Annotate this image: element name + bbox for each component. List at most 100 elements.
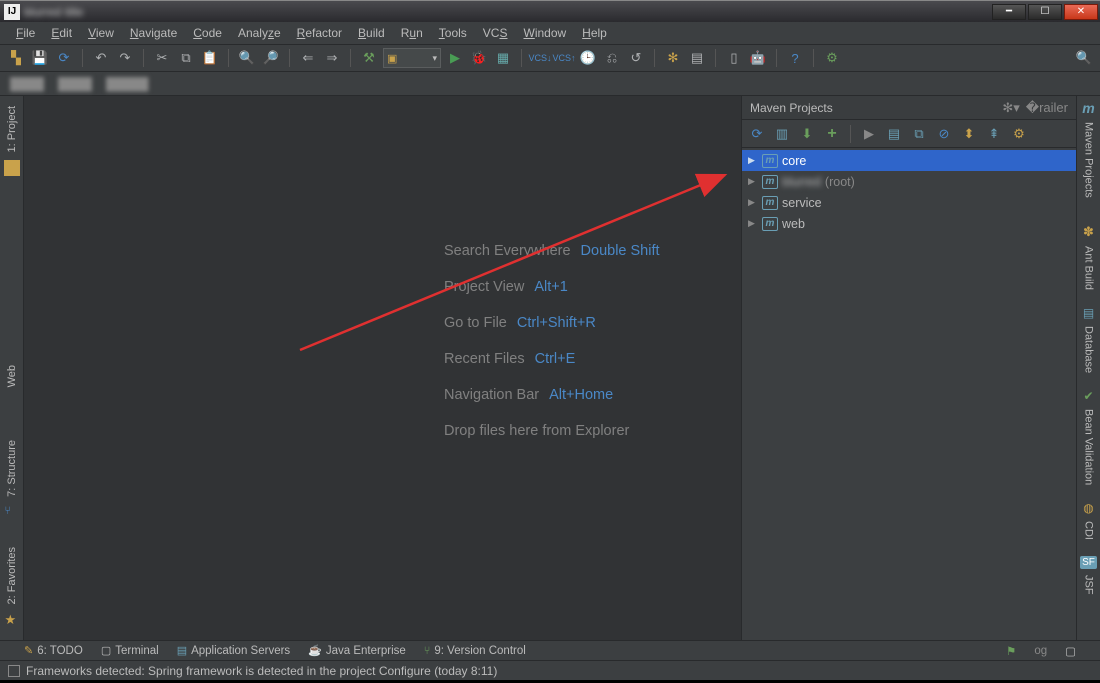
redo-icon[interactable]: ↷ <box>115 48 135 68</box>
menu-view[interactable]: View <box>80 24 122 42</box>
module-label: web <box>782 217 805 231</box>
run-config-combo[interactable]: ▣▾ <box>383 48 441 68</box>
menu-build[interactable]: Build <box>350 24 393 42</box>
menu-tools[interactable]: Tools <box>431 24 475 42</box>
tab-app-servers[interactable]: ▤Application Servers <box>177 644 290 657</box>
run-icon[interactable]: ▶ <box>445 48 465 68</box>
skip-tests-icon[interactable]: ⊘ <box>935 125 953 143</box>
expand-arrow-icon[interactable]: ▶ <box>748 176 758 187</box>
menu-analyze[interactable]: Analyze <box>230 24 289 42</box>
vcs-update-icon[interactable]: VCS↓ <box>530 48 550 68</box>
tab-bean-validation[interactable]: Bean Validation <box>1081 403 1097 491</box>
open-icon[interactable]: ▝▖ <box>6 48 26 68</box>
menu-edit[interactable]: Edit <box>43 24 80 42</box>
tab-maven-projects[interactable]: Maven Projects <box>1081 116 1097 204</box>
settings-icon[interactable]: ✻ <box>663 48 683 68</box>
execute-goal-icon[interactable]: ▤ <box>885 125 903 143</box>
restapi-icon[interactable]: ⚙ <box>822 48 842 68</box>
tab-ant-build[interactable]: Ant Build <box>1081 240 1097 296</box>
history-icon[interactable]: 🕒 <box>578 48 598 68</box>
back-icon[interactable]: ⇐ <box>298 48 318 68</box>
close-button[interactable]: ✕ <box>1064 4 1098 20</box>
maven-panel-header[interactable]: Maven Projects ✻▾ �railer <box>742 96 1076 120</box>
minimize-button[interactable]: ━ <box>992 4 1026 20</box>
revert-icon[interactable]: ↺ <box>626 48 646 68</box>
tab-java-ee[interactable]: ☕Java Enterprise <box>308 644 406 657</box>
menu-bar: File Edit View Navigate Code Analyze Ref… <box>0 22 1100 44</box>
maven-module-core[interactable]: ▶ m core <box>742 150 1076 171</box>
vcs-commit-icon[interactable]: VCS↑ <box>554 48 574 68</box>
gear-icon[interactable]: ✻▾ <box>1002 100 1019 116</box>
tip-navigation-bar: Navigation BarAlt+Home <box>444 387 660 403</box>
menu-navigate[interactable]: Navigate <box>122 24 185 42</box>
menu-window[interactable]: Window <box>515 24 574 42</box>
menu-run[interactable]: Run <box>393 24 431 42</box>
module-label: service <box>782 196 822 210</box>
forward-icon[interactable]: ⇒ <box>322 48 342 68</box>
toggle-offline-icon[interactable]: ⧉ <box>910 125 928 143</box>
maven-projects-panel: Maven Projects ✻▾ �railer ⟳ ▥ ⬇ + ▶ ▤ ⧉ … <box>741 96 1076 640</box>
download-icon[interactable]: ⬇ <box>798 125 816 143</box>
window-title-blurred: blurred title <box>24 5 992 19</box>
maven-toolbar: ⟳ ▥ ⬇ + ▶ ▤ ⧉ ⊘ ⬍ ⇞ ⚙ <box>742 120 1076 148</box>
expand-arrow-icon[interactable]: ▶ <box>748 197 758 208</box>
undo-icon[interactable]: ↶ <box>91 48 111 68</box>
menu-file[interactable]: File <box>8 24 43 42</box>
replace-icon[interactable]: 🔎 <box>261 48 281 68</box>
project-structure-icon[interactable]: ▤ <box>687 48 707 68</box>
maven-panel-title: Maven Projects <box>750 101 833 115</box>
find-icon[interactable]: 🔍 <box>237 48 257 68</box>
expand-arrow-icon[interactable]: ▶ <box>748 218 758 229</box>
maven-module-root[interactable]: ▶ m blurred (root) <box>742 171 1076 192</box>
status-checkbox[interactable] <box>8 665 20 677</box>
hide-icon[interactable]: �railer <box>1026 100 1068 116</box>
sync-icon[interactable]: ⟳ <box>54 48 74 68</box>
tab-version-control[interactable]: ⑂9: Version Control <box>424 645 526 657</box>
help-icon[interactable]: ? <box>785 48 805 68</box>
watches-icon[interactable]: ▢ <box>1065 644 1076 658</box>
tab-cdi[interactable]: CDI <box>1081 515 1097 546</box>
expand-arrow-icon[interactable]: ▶ <box>748 155 758 166</box>
maximize-button[interactable]: ☐ <box>1028 4 1062 20</box>
search-everywhere-icon[interactable]: 🔍 <box>1074 48 1094 68</box>
editor-empty-area[interactable]: Search EverywhereDouble Shift Project Vi… <box>24 96 741 640</box>
tab-structure[interactable]: 7: Structure <box>4 434 20 503</box>
menu-refactor[interactable]: Refactor <box>289 24 350 42</box>
tab-favorites[interactable]: 2: Favorites <box>4 541 20 610</box>
maven-module-web[interactable]: ▶ m web <box>742 213 1076 234</box>
maven-module-service[interactable]: ▶ m service <box>742 192 1076 213</box>
save-all-icon[interactable]: 💾 <box>30 48 50 68</box>
maven-settings-icon[interactable]: ⚙ <box>1010 125 1028 143</box>
run-maven-icon[interactable]: ▶ <box>860 125 878 143</box>
reimport-icon[interactable]: ⟳ <box>748 125 766 143</box>
coverage-icon[interactable]: ▦ <box>493 48 513 68</box>
module-label-blurred: blurred <box>782 175 821 189</box>
menu-vcs[interactable]: VCS <box>475 24 516 42</box>
database-icon: ▤ <box>1083 306 1094 320</box>
copy-icon[interactable]: ⧉ <box>176 48 196 68</box>
build-icon[interactable]: ⚒ <box>359 48 379 68</box>
tip-go-to-file: Go to FileCtrl+Shift+R <box>444 315 660 331</box>
navigation-bar[interactable]: █████████████ <box>0 72 1100 96</box>
add-maven-icon[interactable]: + <box>823 125 841 143</box>
menu-code[interactable]: Code <box>185 24 230 42</box>
diff-icon[interactable]: ⎌ <box>602 48 622 68</box>
tab-jsf[interactable]: JSF <box>1081 569 1097 601</box>
tab-terminal[interactable]: ▢Terminal <box>101 644 159 657</box>
generate-sources-icon[interactable]: ▥ <box>773 125 791 143</box>
collapse-icon[interactable]: ⇞ <box>985 125 1003 143</box>
menu-help[interactable]: Help <box>574 24 615 42</box>
tab-project[interactable]: 1: Project <box>4 100 20 158</box>
tab-todo[interactable]: ✎6: TODO <box>24 644 83 657</box>
paste-icon[interactable]: 📋 <box>200 48 220 68</box>
tab-database[interactable]: Database <box>1081 320 1097 379</box>
android-icon[interactable]: 🤖 <box>748 48 768 68</box>
cut-icon[interactable]: ✂ <box>152 48 172 68</box>
maven-tree[interactable]: ▶ m core ▶ m blurred (root) ▶ m service … <box>742 148 1076 640</box>
tab-web[interactable]: Web <box>4 359 20 393</box>
show-deps-icon[interactable]: ⬍ <box>960 125 978 143</box>
processes-icon[interactable]: ⚑ <box>1006 644 1016 658</box>
status-tail: og <box>1034 645 1047 657</box>
debug-icon[interactable]: 🐞 <box>469 48 489 68</box>
sdk-icon[interactable]: ▯ <box>724 48 744 68</box>
